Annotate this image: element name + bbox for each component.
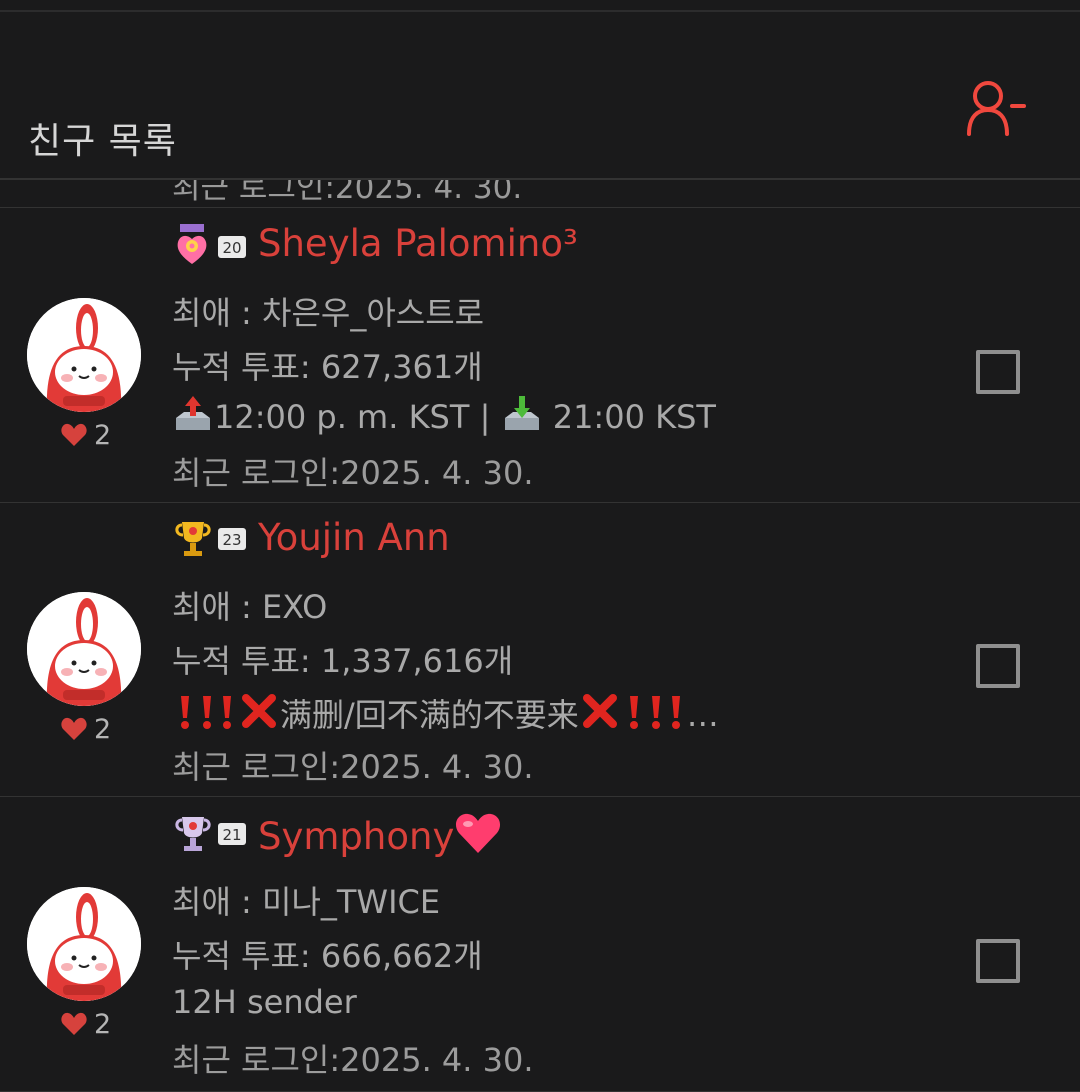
exclamation-icon: [665, 692, 687, 740]
favorite-idol: 최애 : 미나_TWICE: [172, 883, 441, 921]
silver-trophy-icon: 21: [175, 817, 246, 851]
friend-list-item[interactable]: 2 21 Symphony 최애 : 미나_TWICE 누적 투표: 666,6…: [0, 797, 1080, 1092]
status-message: 12:00 p. m. KST | 21:00 KST: [172, 394, 716, 442]
app-header: 친구 목록: [0, 12, 1080, 178]
badge-level: 23: [222, 531, 241, 549]
select-checkbox[interactable]: [976, 939, 1020, 983]
outbox-tray-icon: [172, 394, 214, 442]
like-count-value: 2: [94, 1008, 112, 1040]
heart-icon: [60, 1011, 88, 1037]
remove-friend-icon: [967, 81, 1026, 136]
status-time-send: 12:00 p. m. KST |: [214, 398, 501, 436]
cross-mark-icon: [579, 692, 621, 740]
avatar[interactable]: [27, 887, 141, 1001]
total-votes: 누적 투표: 1,337,616개: [172, 642, 514, 680]
bunny-avatar-icon: [27, 592, 141, 706]
level-badge: 20: [174, 224, 248, 268]
friend-name[interactable]: Sheyla Palomino³: [258, 222, 578, 265]
header-divider: [0, 178, 1080, 180]
total-votes: 누적 투표: 666,662개: [172, 937, 483, 975]
bunny-avatar-icon: [27, 298, 141, 412]
level-badge: 21: [174, 811, 248, 855]
status-message: 满删/回不满的不要来 …: [172, 690, 719, 740]
status-message: 12H sender: [172, 983, 357, 1021]
friend-name-text: Symphony: [258, 815, 455, 858]
avatar[interactable]: [27, 592, 141, 706]
like-count: 2: [60, 1008, 120, 1040]
recent-login: 최근 로그인:2025. 4. 30.: [172, 748, 534, 786]
remove-friend-button[interactable]: [956, 64, 1036, 144]
recent-login: 최근 로그인:2025. 4. 30.: [172, 1041, 534, 1079]
bunny-avatar-icon: [27, 887, 141, 1001]
exclamation-icon: [172, 692, 216, 740]
level-badge: 23: [174, 516, 248, 560]
pink-heart-icon: [454, 811, 502, 864]
like-count: 2: [60, 713, 120, 745]
total-votes: 누적 투표: 627,361개: [172, 348, 483, 386]
recent-login: 최근 로그인:2025. 4. 30.: [172, 454, 534, 492]
badge-level: 21: [222, 826, 241, 844]
select-checkbox[interactable]: [976, 644, 1020, 688]
friend-list-item[interactable]: 2 23 Youjin Ann 최애 : EXO 누적 투표: 1,337,61…: [0, 502, 1080, 797]
friend-name[interactable]: Youjin Ann: [258, 516, 450, 559]
page-title: 친구 목록: [28, 121, 177, 162]
status-ellipsis: …: [686, 696, 719, 734]
favorite-idol: 최애 : 차은우_아스트로: [172, 294, 485, 332]
favorite-idol: 최애 : EXO: [172, 588, 328, 626]
gold-trophy-icon: 23: [175, 522, 246, 556]
avatar[interactable]: [27, 298, 141, 412]
status-time-receive: 21:00 KST: [542, 398, 716, 436]
inbox-tray-icon: [501, 394, 543, 442]
like-count: 2: [60, 419, 120, 451]
friend-list-item[interactable]: 2 20 Sheyla Palomino³ 최애 : 차은우_아스트로 누적 투…: [0, 208, 1080, 503]
like-count-value: 2: [94, 713, 112, 745]
heart-icon: [60, 422, 88, 448]
status-text: 满删/回不满的不要来: [280, 696, 579, 734]
heart-icon: [60, 716, 88, 742]
cross-mark-icon: [238, 692, 280, 740]
friend-name[interactable]: Symphony: [258, 811, 502, 864]
badge-level: 20: [222, 239, 241, 257]
select-checkbox[interactable]: [976, 350, 1020, 394]
like-count-value: 2: [94, 419, 112, 451]
exclamation-icon: [621, 692, 665, 740]
heart-medal-icon: 20: [177, 224, 246, 264]
exclamation-icon: [216, 692, 238, 740]
